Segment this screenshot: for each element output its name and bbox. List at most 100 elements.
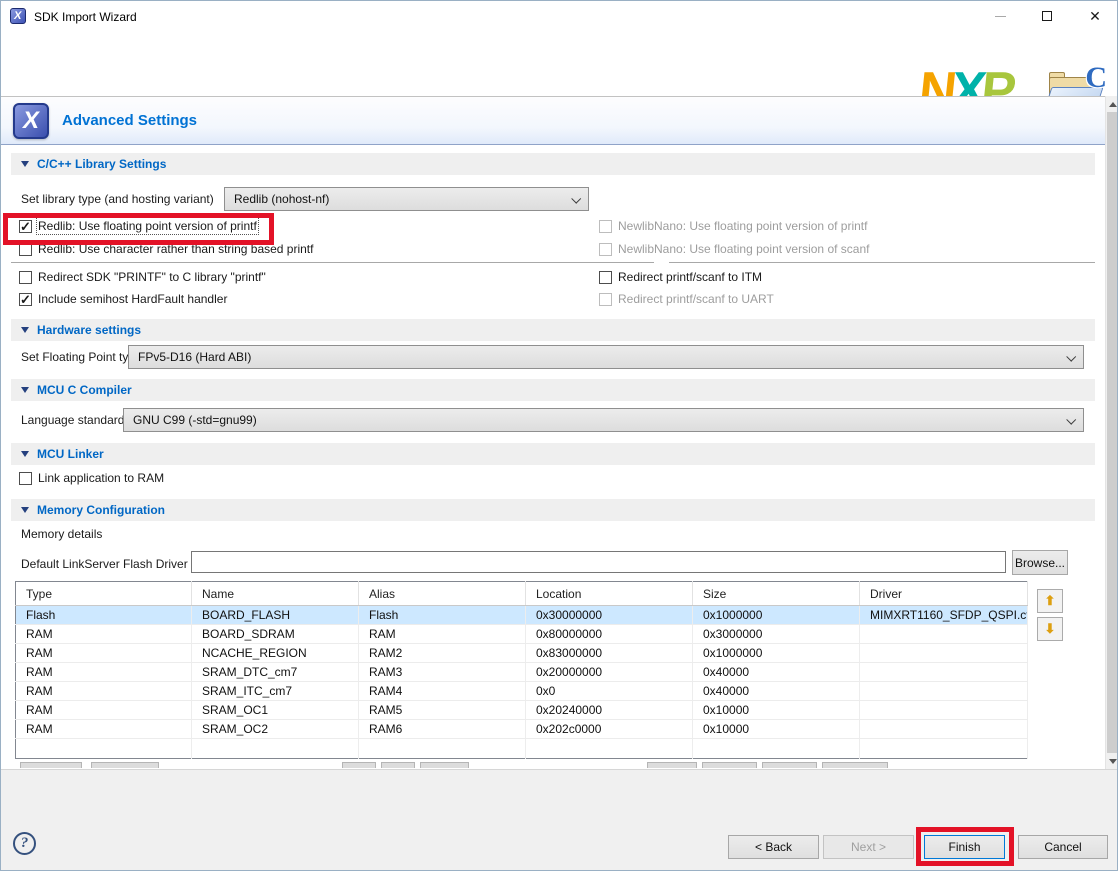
library-type-label: Set library type (and hosting variant)	[21, 192, 214, 206]
table-cell: 0x202c0000	[526, 720, 693, 739]
chevron-down-icon	[571, 193, 581, 203]
table-cell: RAM6	[359, 720, 526, 739]
language-standard-dropdown[interactable]: GNU C99 (-std=gnu99)	[123, 408, 1084, 432]
table-cell: 0x0	[526, 682, 693, 701]
table-row[interactable]: RAMSRAM_DTC_cm7RAM30x200000000x40000	[16, 663, 1028, 682]
mcuxpresso-app-icon: X	[10, 8, 26, 24]
table-cell: RAM	[16, 625, 192, 644]
collapse-triangle-icon	[21, 507, 29, 513]
checkbox-redlib-float-printf[interactable]: Redlib: Use floating point version of pr…	[19, 219, 257, 233]
checkbox-newlibnano-float-printf[interactable]: NewlibNano: Use floating point version o…	[599, 219, 867, 233]
clipped-button[interactable]	[342, 762, 376, 768]
move-down-button[interactable]: ⬇	[1037, 617, 1063, 641]
mcuxpresso-banner-icon: X	[13, 103, 49, 139]
maximize-button[interactable]	[1029, 1, 1065, 31]
table-cell: 0x40000	[693, 663, 860, 682]
scroll-down-button[interactable]	[1106, 753, 1118, 769]
table-cell: RAM	[16, 682, 192, 701]
column-header-alias[interactable]: Alias	[359, 582, 526, 606]
table-cell	[860, 682, 1028, 701]
close-icon: ✕	[1089, 9, 1101, 23]
table-cell: 0x40000	[693, 682, 860, 701]
close-button[interactable]: ✕	[1077, 1, 1113, 31]
separator	[669, 262, 1095, 263]
table-cell: 0x1000000	[693, 606, 860, 625]
table-cell: SRAM_OC1	[192, 701, 359, 720]
clipped-button[interactable]	[20, 762, 82, 768]
title-bar: X SDK Import Wizard ✕	[1, 1, 1118, 31]
table-cell: SRAM_OC2	[192, 720, 359, 739]
table-row[interactable]: FlashBOARD_FLASHFlash0x300000000x1000000…	[16, 606, 1028, 625]
wizard-banner: X Advanced Settings	[1, 96, 1105, 145]
checkbox-link-to-ram[interactable]: Link application to RAM	[19, 471, 164, 485]
back-button[interactable]: < Back	[728, 835, 819, 859]
maximize-icon	[1042, 11, 1052, 21]
section-mcu-c-compiler[interactable]: MCU C Compiler	[11, 379, 1095, 401]
clipped-button[interactable]	[420, 762, 469, 768]
floating-point-dropdown[interactable]: FPv5-D16 (Hard ABI)	[128, 345, 1084, 369]
table-row[interactable]: RAMNCACHE_REGIONRAM20x830000000x1000000	[16, 644, 1028, 663]
clipped-button[interactable]	[381, 762, 415, 768]
table-cell: Flash	[16, 606, 192, 625]
flash-driver-input[interactable]	[191, 551, 1006, 573]
table-cell: 0x20000000	[526, 663, 693, 682]
vertical-scrollbar[interactable]	[1105, 96, 1118, 769]
clipped-button[interactable]	[762, 762, 817, 768]
table-cell: RAM5	[359, 701, 526, 720]
checkbox-redirect-sdk-printf[interactable]: Redirect SDK "PRINTF" to C library "prin…	[19, 270, 266, 284]
table-row[interactable]: RAMSRAM_OC2RAM60x202c00000x10000	[16, 720, 1028, 739]
next-button[interactable]: Next >	[823, 835, 914, 859]
checkbox-newlibnano-float-scanf[interactable]: NewlibNano: Use floating point version o…	[599, 242, 869, 256]
scroll-up-button[interactable]	[1106, 96, 1118, 112]
browse-button[interactable]: Browse...	[1012, 550, 1068, 575]
scroll-down-icon	[1109, 759, 1117, 764]
column-header-type[interactable]: Type	[16, 582, 192, 606]
table-cell: 0x3000000	[693, 625, 860, 644]
section-library-settings[interactable]: C/C++ Library Settings	[11, 153, 1095, 175]
section-memory-configuration[interactable]: Memory Configuration	[11, 499, 1095, 521]
sdk-import-wizard-window: X SDK Import Wizard ✕ NXP C X Advanced S…	[0, 0, 1118, 871]
finish-button[interactable]: Finish	[924, 835, 1005, 859]
floating-point-label: Set Floating Point type	[21, 350, 142, 364]
section-hardware-settings[interactable]: Hardware settings	[11, 319, 1095, 341]
scrollbar-thumb[interactable]	[1107, 112, 1118, 753]
table-cell: RAM4	[359, 682, 526, 701]
minimize-button[interactable]	[982, 1, 1018, 31]
checkbox-redirect-uart[interactable]: Redirect printf/scanf to UART	[599, 292, 774, 306]
clipped-button[interactable]	[647, 762, 697, 768]
table-cell: 0x20240000	[526, 701, 693, 720]
clipped-button[interactable]	[822, 762, 888, 768]
flash-driver-label: Default LinkServer Flash Driver	[21, 557, 188, 571]
logo-strip: NXP C	[1, 31, 1118, 96]
column-header-name[interactable]: Name	[192, 582, 359, 606]
clipped-button[interactable]	[702, 762, 757, 768]
column-header-size[interactable]: Size	[693, 582, 860, 606]
collapse-triangle-icon	[21, 327, 29, 333]
library-type-dropdown[interactable]: Redlib (nohost-nf)	[224, 187, 589, 211]
table-cell: SRAM_DTC_cm7	[192, 663, 359, 682]
move-up-button[interactable]: ⬆	[1037, 589, 1063, 613]
column-header-location[interactable]: Location	[526, 582, 693, 606]
table-cell: RAM2	[359, 644, 526, 663]
table-cell	[860, 720, 1028, 739]
folder-c-letter: C	[1085, 61, 1107, 95]
checkbox-redirect-itm[interactable]: Redirect printf/scanf to ITM	[599, 270, 762, 284]
table-row[interactable]: RAMBOARD_SDRAMRAM0x800000000x3000000	[16, 625, 1028, 644]
table-cell: RAM	[359, 625, 526, 644]
table-cell	[860, 663, 1028, 682]
table-cell: Flash	[359, 606, 526, 625]
column-header-driver[interactable]: Driver	[860, 582, 1028, 606]
checkbox-semihost-hardfault[interactable]: Include semihost HardFault handler	[19, 292, 227, 306]
table-cell: BOARD_FLASH	[192, 606, 359, 625]
clipped-button[interactable]	[91, 762, 159, 768]
table-cell: BOARD_SDRAM	[192, 625, 359, 644]
scroll-up-icon	[1109, 102, 1117, 107]
section-mcu-linker[interactable]: MCU Linker	[11, 443, 1095, 465]
checkbox-redlib-char-printf[interactable]: Redlib: Use character rather than string…	[19, 242, 313, 256]
table-row[interactable]: RAMSRAM_ITC_cm7RAM40x00x40000	[16, 682, 1028, 701]
help-button[interactable]: ?	[13, 832, 36, 855]
language-standard-label: Language standard	[21, 413, 124, 427]
table-row[interactable]: RAMSRAM_OC1RAM50x202400000x10000	[16, 701, 1028, 720]
checkbox-icon	[19, 472, 32, 485]
cancel-button[interactable]: Cancel	[1018, 835, 1108, 859]
